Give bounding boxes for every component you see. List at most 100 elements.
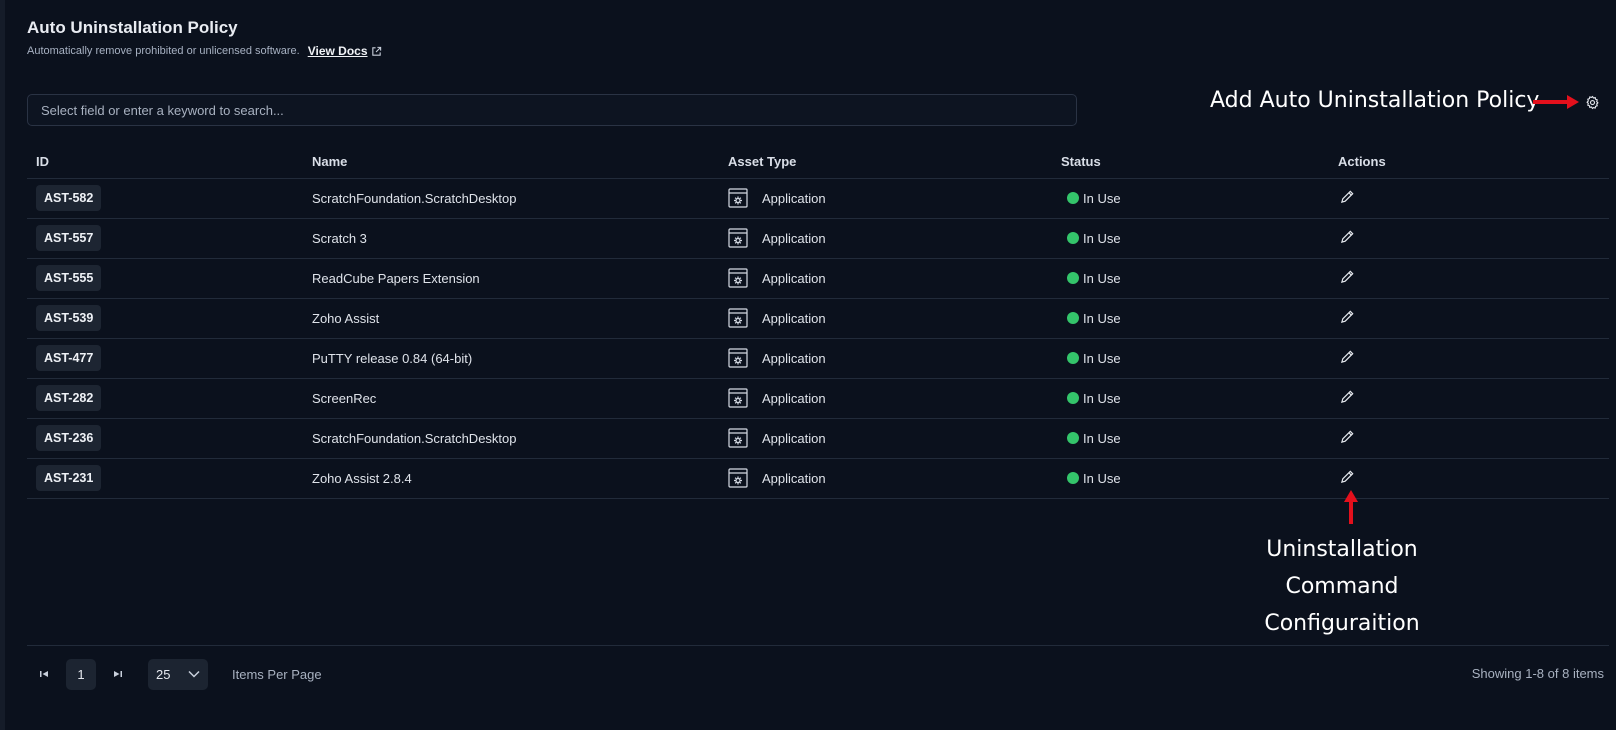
pencil-icon — [1340, 470, 1354, 484]
cell-name: ScratchFoundation.ScratchDesktop — [303, 178, 719, 219]
cell-id: AST-282 — [27, 378, 303, 419]
status-label: In Use — [1083, 350, 1121, 366]
page-title: Auto Uninstallation Policy — [27, 18, 238, 37]
chevron-down-icon — [188, 670, 200, 678]
cell-status: In Use — [1052, 338, 1329, 379]
status-label: In Use — [1083, 390, 1121, 406]
page-1-button[interactable]: 1 — [66, 658, 96, 690]
pencil-icon — [1340, 270, 1354, 284]
status-dot-icon — [1067, 472, 1079, 484]
table-row: AST-236 ScratchFoundation.ScratchDesktop… — [27, 418, 1609, 459]
status-badge: In Use — [1061, 231, 1329, 246]
status-badge: In Use — [1061, 271, 1329, 286]
edit-button[interactable] — [1340, 349, 1356, 365]
status-dot-icon — [1067, 352, 1079, 364]
cell-asset-type: Application — [719, 338, 1052, 379]
cell-actions — [1329, 338, 1609, 379]
pencil-icon — [1340, 190, 1354, 204]
asset-id-badge: AST-236 — [36, 425, 102, 451]
cell-asset-type: Application — [719, 418, 1052, 459]
status-badge: In Use — [1061, 351, 1329, 366]
asset-type-label: Application — [762, 190, 826, 206]
view-docs-label: View Docs — [307, 44, 368, 58]
edit-button[interactable] — [1340, 429, 1356, 445]
status-dot-icon — [1067, 272, 1079, 284]
asset-type-wrap: Application — [728, 308, 1052, 328]
table-row: AST-231 Zoho Assist 2.8.4 Application In… — [27, 458, 1609, 499]
cell-name: ScratchFoundation.ScratchDesktop — [303, 418, 719, 459]
edit-button[interactable] — [1340, 309, 1356, 325]
edit-button[interactable] — [1340, 469, 1356, 485]
application-icon — [728, 268, 748, 288]
cell-id: AST-555 — [27, 258, 303, 299]
page-frame: Auto Uninstallation Policy Automatically… — [0, 0, 1616, 730]
pencil-icon — [1340, 430, 1354, 444]
items-per-page-select[interactable]: 25 — [148, 658, 208, 690]
cell-name: Zoho Assist 2.8.4 — [303, 458, 719, 499]
asset-id-badge: AST-282 — [36, 385, 102, 411]
cell-id: AST-557 — [27, 218, 303, 259]
subtitle-row: Automatically remove prohibited or unlic… — [27, 44, 382, 58]
asset-type-wrap: Application — [728, 228, 1052, 248]
table-row: AST-477 PuTTY release 0.84 (64-bit) Appl… — [27, 338, 1609, 379]
command-annotation-line2: Configuraition — [1264, 611, 1420, 636]
table-row: AST-557 Scratch 3 Application In Use — [27, 218, 1609, 259]
cell-name: PuTTY release 0.84 (64-bit) — [303, 338, 719, 379]
cell-id: AST-231 — [27, 458, 303, 499]
asset-id-badge: AST-557 — [36, 225, 102, 251]
cell-name: ReadCube Papers Extension — [303, 258, 719, 299]
table-row: AST-555 ReadCube Papers Extension Applic… — [27, 258, 1609, 299]
cell-status: In Use — [1052, 258, 1329, 299]
asset-type-wrap: Application — [728, 188, 1052, 208]
column-header-id: ID — [27, 146, 303, 179]
cell-asset-type: Application — [719, 178, 1052, 219]
cell-status: In Use — [1052, 458, 1329, 499]
cell-asset-type: Application — [719, 458, 1052, 499]
status-dot-icon — [1067, 232, 1079, 244]
status-dot-icon — [1067, 432, 1079, 444]
application-icon — [728, 468, 748, 488]
cell-name: Scratch 3 — [303, 218, 719, 259]
cell-status: In Use — [1052, 378, 1329, 419]
cell-actions — [1329, 378, 1609, 419]
asset-id-badge: AST-539 — [36, 305, 102, 331]
cell-id: AST-539 — [27, 298, 303, 339]
table-header-row: ID Name Asset Type Status Actions — [27, 146, 1609, 179]
cell-asset-type: Application — [719, 378, 1052, 419]
cell-id: AST-236 — [27, 418, 303, 459]
cell-actions — [1329, 178, 1609, 219]
column-header-asset-type: Asset Type — [719, 146, 1052, 179]
search-bar[interactable] — [27, 94, 1077, 126]
application-icon — [728, 348, 748, 368]
asset-id-badge: AST-477 — [36, 345, 102, 371]
page-subtitle: Automatically remove prohibited or unlic… — [27, 45, 300, 57]
add-policy-gear-button[interactable] — [1583, 93, 1601, 111]
asset-id-badge: AST-555 — [36, 265, 102, 291]
cell-id: AST-582 — [27, 178, 303, 219]
status-label: In Use — [1083, 430, 1121, 446]
last-page-icon — [114, 671, 122, 677]
edit-button[interactable] — [1340, 229, 1356, 245]
search-input[interactable] — [41, 102, 1076, 118]
cell-status: In Use — [1052, 218, 1329, 259]
gear-icon — [1585, 95, 1599, 109]
asset-id-badge: AST-582 — [36, 185, 102, 211]
annotation-arrow-right-icon — [1533, 95, 1579, 109]
pencil-icon — [1340, 390, 1354, 404]
edit-button[interactable] — [1340, 389, 1356, 405]
first-page-button[interactable] — [31, 661, 57, 687]
status-dot-icon — [1067, 192, 1079, 204]
status-badge: In Use — [1061, 391, 1329, 406]
last-page-button[interactable] — [105, 661, 131, 687]
column-header-name: Name — [303, 146, 719, 179]
table-row: AST-539 Zoho Assist Application In Use — [27, 298, 1609, 339]
cell-actions — [1329, 258, 1609, 299]
edit-button[interactable] — [1340, 269, 1356, 285]
cell-asset-type: Application — [719, 258, 1052, 299]
cell-status: In Use — [1052, 418, 1329, 459]
asset-type-label: Application — [762, 310, 826, 326]
application-icon — [728, 388, 748, 408]
edit-button[interactable] — [1340, 189, 1356, 205]
asset-type-wrap: Application — [728, 468, 1052, 488]
view-docs-link[interactable]: View Docs — [308, 44, 382, 58]
